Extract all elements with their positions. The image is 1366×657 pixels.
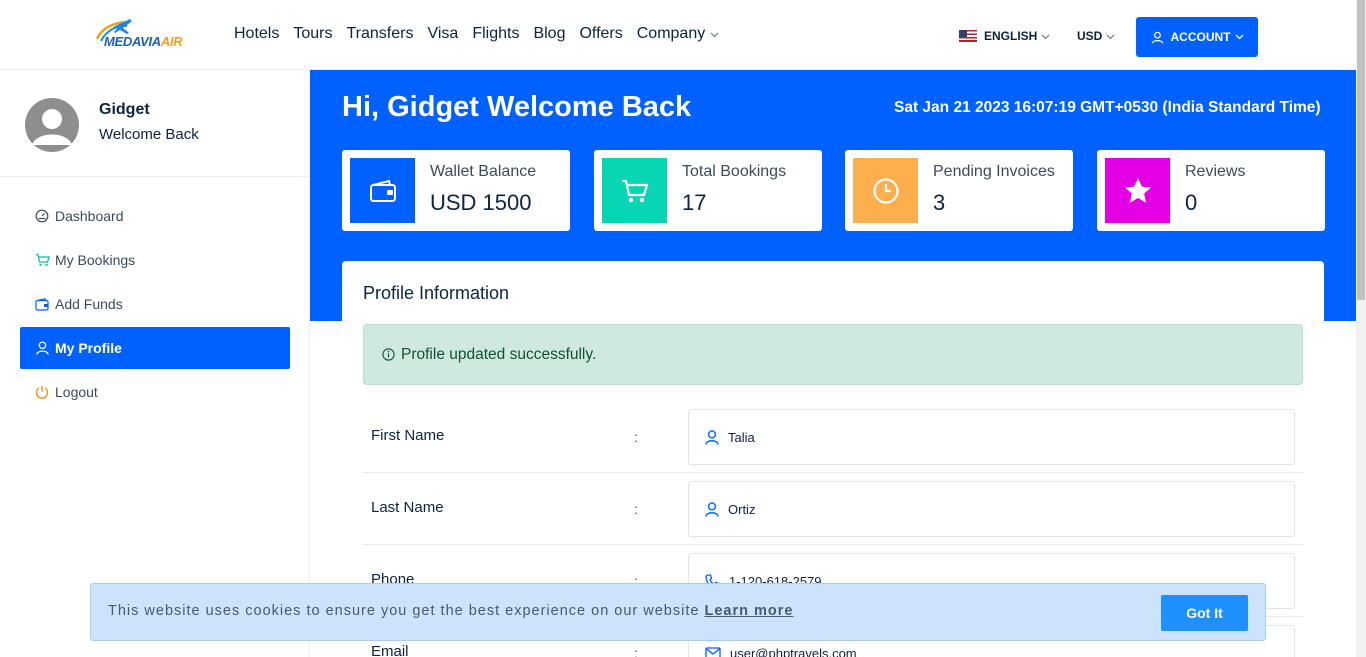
sidebar-item-label: Dashboard (55, 208, 124, 224)
stat-label: Wallet Balance (430, 163, 537, 180)
nav-company-label: Company (636, 25, 706, 42)
field-value: user@phptravels.com (730, 645, 857, 657)
user-icon (1151, 31, 1164, 44)
currency-selector[interactable]: USD (1077, 29, 1115, 43)
stat-label: Total Bookings (682, 163, 787, 180)
nav-visa[interactable]: Visa (427, 25, 458, 43)
chevron-down-icon (1041, 29, 1050, 43)
stat-value: 17 (682, 190, 707, 215)
nav-flights[interactable]: Flights (472, 25, 519, 43)
field-value: Talia (728, 429, 755, 445)
sidebar-item-my-bookings[interactable]: My Bookings (20, 239, 290, 281)
main-nav: Hotels Tours Transfers Visa Flights Blog… (234, 25, 733, 43)
field-label: Email (371, 643, 409, 657)
star-icon (1105, 158, 1170, 223)
account-label: ACCOUNT (1170, 30, 1231, 44)
stat-label: Reviews (1185, 163, 1246, 180)
stat-card-total-bookings: Total Bookings 17 (594, 150, 822, 231)
stat-label: Pending Invoices (933, 163, 1055, 180)
sidebar-menu: Dashboard My Bookings Add Funds My Profi… (20, 195, 290, 415)
cookie-message: This website uses cookies to ensure you … (108, 603, 700, 619)
nav-hotels[interactable]: Hotels (234, 25, 279, 43)
page-scrollbar[interactable] (1356, 0, 1366, 657)
nav-tours[interactable]: Tours (293, 25, 332, 43)
field-label: First Name (371, 427, 445, 444)
language-selector[interactable]: ENGLISH (959, 29, 1050, 43)
sidebar: Gidget Welcome Back Dashboard My Booking… (0, 70, 310, 657)
language-label: ENGLISH (984, 29, 1038, 43)
last-name-field[interactable]: Ortiz (688, 481, 1295, 537)
profile-row-last-name: Last Name : Ortiz (363, 473, 1303, 545)
cart-icon (602, 158, 667, 223)
nav-offers[interactable]: Offers (579, 25, 622, 43)
sidebar-item-label: Add Funds (55, 296, 123, 312)
power-icon (34, 384, 50, 400)
wallet-icon (34, 296, 50, 312)
profile-row-first-name: First Name : Talia (363, 401, 1303, 473)
user-icon (34, 340, 50, 356)
sidebar-item-dashboard[interactable]: Dashboard (20, 195, 290, 237)
account-button[interactable]: ACCOUNT (1136, 17, 1258, 57)
avatar (24, 97, 80, 153)
stat-value: 0 (1185, 190, 1198, 215)
field-separator: : (634, 501, 638, 517)
sidebar-item-my-profile[interactable]: My Profile (20, 327, 290, 369)
success-alert: Profile updated successfully. (363, 324, 1303, 385)
user-name: Gidget (99, 101, 150, 118)
first-name-field[interactable]: Talia (688, 409, 1295, 465)
got-it-button[interactable]: Got It (1161, 595, 1248, 631)
field-label: Last Name (371, 499, 444, 516)
sidebar-item-add-funds[interactable]: Add Funds (20, 283, 290, 325)
chevron-down-icon (1106, 29, 1115, 43)
field-value: Ortiz (728, 501, 756, 517)
current-datetime: Sat Jan 21 2023 16:07:19 GMT+0530 (India… (894, 99, 1321, 116)
sidebar-item-logout[interactable]: Logout (20, 371, 290, 413)
sidebar-item-label: Logout (55, 384, 98, 400)
sidebar-item-label: My Bookings (55, 252, 136, 268)
field-separator: : (634, 429, 638, 445)
cart-icon (34, 252, 50, 268)
scrollbar-thumb[interactable] (1357, 0, 1365, 300)
nav-blog[interactable]: Blog (533, 25, 565, 43)
nav-transfers[interactable]: Transfers (346, 25, 413, 43)
user-subtitle: Welcome Back (99, 126, 199, 143)
logo-text: MEDAVIAAIR (104, 34, 183, 49)
stat-value: USD 1500 (430, 190, 532, 215)
alert-message: Profile updated successfully. (401, 345, 597, 363)
info-icon (382, 348, 395, 361)
page-title: Hi, Gidget Welcome Back (342, 91, 692, 123)
speedometer-icon (34, 208, 50, 224)
field-separator: : (634, 645, 638, 657)
cookie-banner: This website uses cookies to ensure you … (90, 583, 1266, 641)
sidebar-item-label: My Profile (55, 340, 122, 356)
user-icon (705, 429, 719, 445)
currency-label: USD (1077, 29, 1103, 43)
stat-card-pending-invoices: Pending Invoices 3 (845, 150, 1073, 231)
stat-card-reviews: Reviews 0 (1097, 150, 1325, 231)
stat-card-wallet-balance: Wallet Balance USD 1500 (342, 150, 570, 231)
learn-more-link[interactable]: Learn more (704, 603, 793, 619)
us-flag-icon (959, 30, 977, 42)
chevron-down-icon (710, 25, 719, 43)
stat-value: 3 (933, 190, 946, 215)
clock-icon (853, 158, 918, 223)
card-title: Profile Information (363, 283, 510, 303)
nav-company[interactable]: Company (637, 25, 719, 43)
user-summary: Gidget Welcome Back (0, 70, 309, 177)
mail-icon (705, 647, 721, 657)
user-icon (705, 501, 719, 517)
top-header: MEDAVIAAIR Hotels Tours Transfers Visa F… (0, 0, 1356, 70)
cookie-text: This website uses cookies to ensure you … (108, 603, 793, 619)
wallet-icon (350, 158, 415, 223)
medaviaair-logo[interactable]: MEDAVIAAIR (93, 17, 185, 53)
chevron-down-icon (1235, 34, 1244, 40)
